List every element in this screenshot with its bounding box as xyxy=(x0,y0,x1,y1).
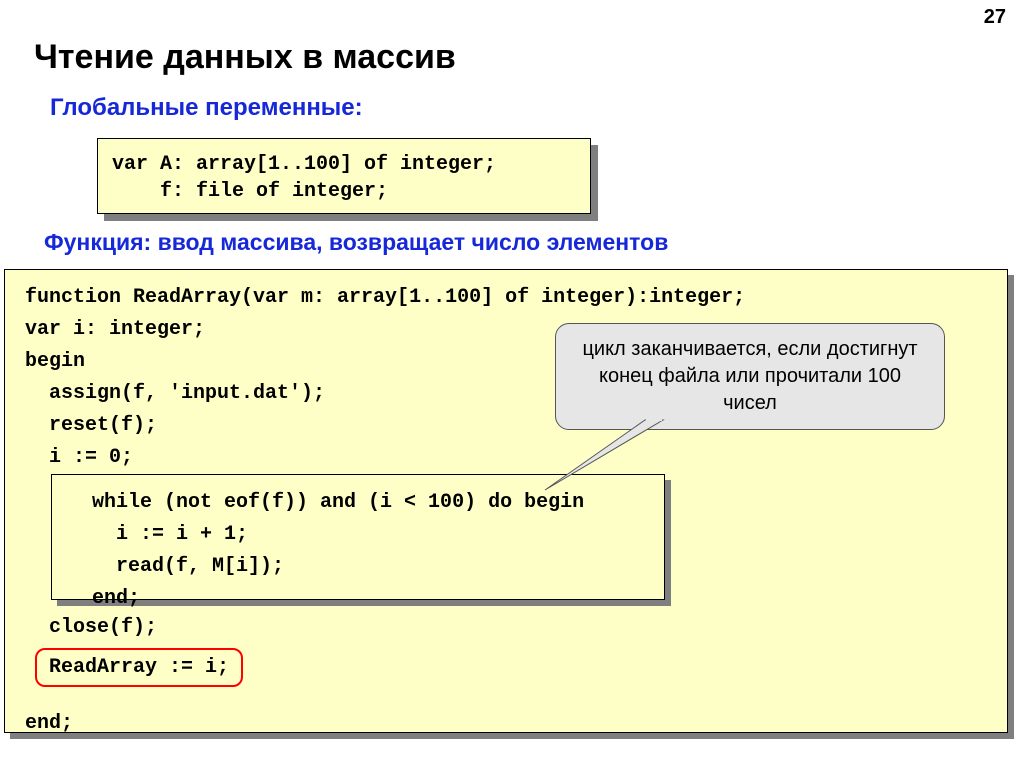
return-highlight: ReadArray := i; xyxy=(35,648,243,687)
page-number: 27 xyxy=(984,6,1006,29)
code-line: i := 0; xyxy=(25,442,133,474)
code-line: close(f); xyxy=(25,612,157,644)
function-codebox: function ReadArray(var m: array[1..100] … xyxy=(4,269,1008,733)
subtitle-globals: Глобальные переменные: xyxy=(50,94,363,122)
code-line: end; xyxy=(25,708,73,740)
loop-callout: цикл заканчивается, если достигнут конец… xyxy=(555,323,945,430)
slide-title: Чтение данных в массив xyxy=(34,38,456,77)
code-line: var i: integer; xyxy=(25,314,205,346)
code-line: begin xyxy=(25,346,85,378)
while-loop-codebox: while (not eof(f)) and (i < 100) do begi… xyxy=(51,474,665,600)
code-line: reset(f); xyxy=(25,410,157,442)
subtitle-function: Функция: ввод массива, возвращает число … xyxy=(44,229,668,256)
code-line: assign(f, 'input.dat'); xyxy=(25,378,325,410)
globals-codebox: var A: array[1..100] of integer; f: file… xyxy=(97,138,591,214)
code-line: function ReadArray(var m: array[1..100] … xyxy=(25,282,745,314)
